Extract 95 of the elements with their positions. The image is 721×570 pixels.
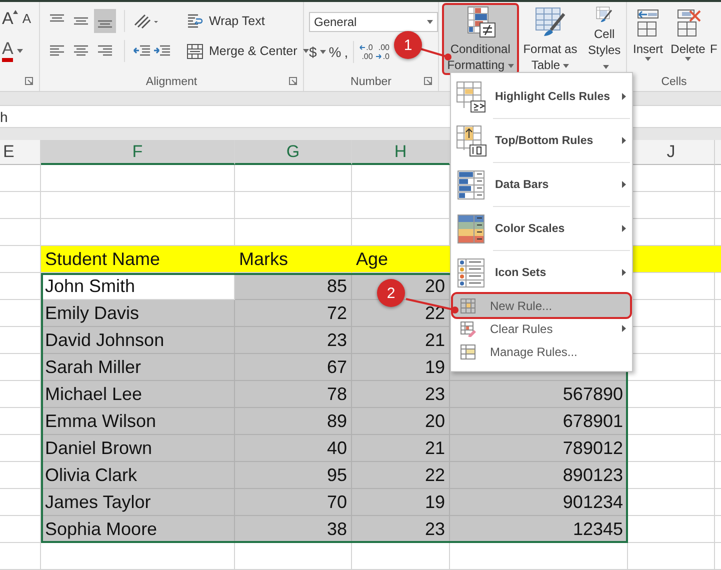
wrap-text-icon <box>187 14 203 28</box>
table-cell: James Taylor <box>41 489 235 516</box>
number-format-dropdown[interactable]: General <box>309 12 438 32</box>
formula-text: h <box>0 108 8 124</box>
table-header-cell: Age <box>352 246 450 273</box>
table-cell: 85 <box>235 273 352 300</box>
align-bottom-button[interactable] <box>94 9 116 33</box>
column-header[interactable]: F <box>41 140 235 165</box>
table-cell: 12345 <box>450 516 628 543</box>
increase-decimal-button[interactable]: .0 .00 <box>359 43 373 61</box>
column-header[interactable]: E <box>0 140 41 165</box>
caret-icon[interactable] <box>563 64 570 68</box>
table-cell: 78 <box>235 381 352 408</box>
table-cell: 23 <box>352 516 450 543</box>
table-cell: David Johnson <box>41 327 235 354</box>
align-right-icon <box>97 44 113 58</box>
format-button[interactable]: F <box>709 6 721 76</box>
table-cell: Sarah Miller <box>41 354 235 381</box>
conditional-formatting-button[interactable]: Conditional Formatting <box>443 4 518 74</box>
number-style-button[interactable]: % <box>328 44 342 60</box>
empty-cell <box>0 219 41 246</box>
table-cell: 789012 <box>450 435 628 462</box>
table-brush-icon <box>534 6 566 38</box>
caret-icon[interactable] <box>17 49 24 53</box>
decrease-decimal-button[interactable]: .00 .0 <box>376 43 390 61</box>
table-cell: 23 <box>235 327 352 354</box>
table-cell: 95 <box>235 462 352 489</box>
empty-cell <box>0 165 41 192</box>
decrease-indent-icon[interactable] <box>133 44 151 58</box>
table-cell: 19 <box>352 489 450 516</box>
menu-item[interactable]: Icon Sets <box>453 251 630 294</box>
new-rule-icon <box>460 298 476 314</box>
table-header-cell: Student Name <box>41 246 235 273</box>
merge-cells-icon <box>187 44 203 58</box>
table-cell: 901234 <box>450 489 628 516</box>
caret-icon[interactable] <box>303 49 310 53</box>
group-label: Alignment <box>144 76 198 88</box>
table-cell: 72 <box>235 300 352 327</box>
table-cell: 89 <box>235 408 352 435</box>
right-arrow-icon <box>376 54 382 59</box>
table-cell: Olivia Clark <box>41 462 235 489</box>
clear-rules-icon <box>460 320 476 336</box>
caret-icon[interactable] <box>508 64 514 68</box>
table-cell: Sophia Moore <box>41 516 235 543</box>
delete-button[interactable]: Delete <box>669 6 707 76</box>
caret-icon[interactable] <box>427 20 433 24</box>
number-style-button[interactable]: , <box>344 44 348 60</box>
group-label: Number <box>350 76 392 88</box>
highlight-cells-icon <box>456 80 488 112</box>
table-cell: 567890 <box>450 381 628 408</box>
increase-indent-icon[interactable] <box>153 44 171 58</box>
shrink-font-icon[interactable]: A <box>22 10 32 28</box>
dialog-launcher-icon[interactable] <box>289 77 297 85</box>
table-cell: Emily Davis <box>41 300 235 327</box>
empty-cell <box>0 543 41 570</box>
column-header[interactable]: H <box>352 140 450 165</box>
table-cell: 21 <box>352 327 450 354</box>
table-cell: Michael Lee <box>41 381 235 408</box>
menu-item[interactable]: Clear Rules <box>453 317 630 340</box>
table-cell: 19 <box>352 354 450 381</box>
table-cell: 67 <box>235 354 352 381</box>
manage-rules-icon <box>460 344 476 360</box>
table-cell: 70 <box>235 489 352 516</box>
caret-icon[interactable] <box>685 57 691 61</box>
caret-icon[interactable] <box>602 64 609 69</box>
menu-item[interactable]: Data Bars <box>453 163 630 206</box>
dialog-launcher-icon[interactable] <box>424 77 432 85</box>
table-cell: 678901 <box>450 408 628 435</box>
table-cell: 22 <box>352 462 450 489</box>
table-cell: Daniel Brown <box>41 435 235 462</box>
table-cell: 38 <box>235 516 352 543</box>
dialog-launcher-icon[interactable] <box>25 77 33 85</box>
column-header[interactable]: G <box>235 140 352 165</box>
empty-cell <box>0 192 41 219</box>
table-header-cell: Marks <box>235 246 352 273</box>
orientation-icon[interactable] <box>133 13 159 29</box>
table-cell: 21 <box>352 435 450 462</box>
table-cell: 23 <box>352 381 450 408</box>
table-cell: 890123 <box>450 462 628 489</box>
menu-item[interactable]: Manage Rules... <box>453 340 630 363</box>
align-left-icon <box>49 44 65 58</box>
insert-button[interactable]: Insert <box>629 6 667 76</box>
table-cell: 20 <box>352 408 450 435</box>
menu-item[interactable]: Color Scales <box>453 207 630 250</box>
table-cell: Emma Wilson <box>41 408 235 435</box>
menu-item[interactable]: New Rule... <box>453 294 630 317</box>
align-center-icon <box>73 44 89 58</box>
group-label: Cells <box>660 76 688 88</box>
caret-icon[interactable] <box>645 57 651 61</box>
left-arrow-icon <box>359 45 366 50</box>
number-style-button[interactable]: $ <box>309 44 317 60</box>
empty-cell <box>0 273 41 300</box>
table-cell: 40 <box>235 435 352 462</box>
top-bottom-icon <box>456 124 488 156</box>
caret-icon[interactable] <box>320 50 326 54</box>
